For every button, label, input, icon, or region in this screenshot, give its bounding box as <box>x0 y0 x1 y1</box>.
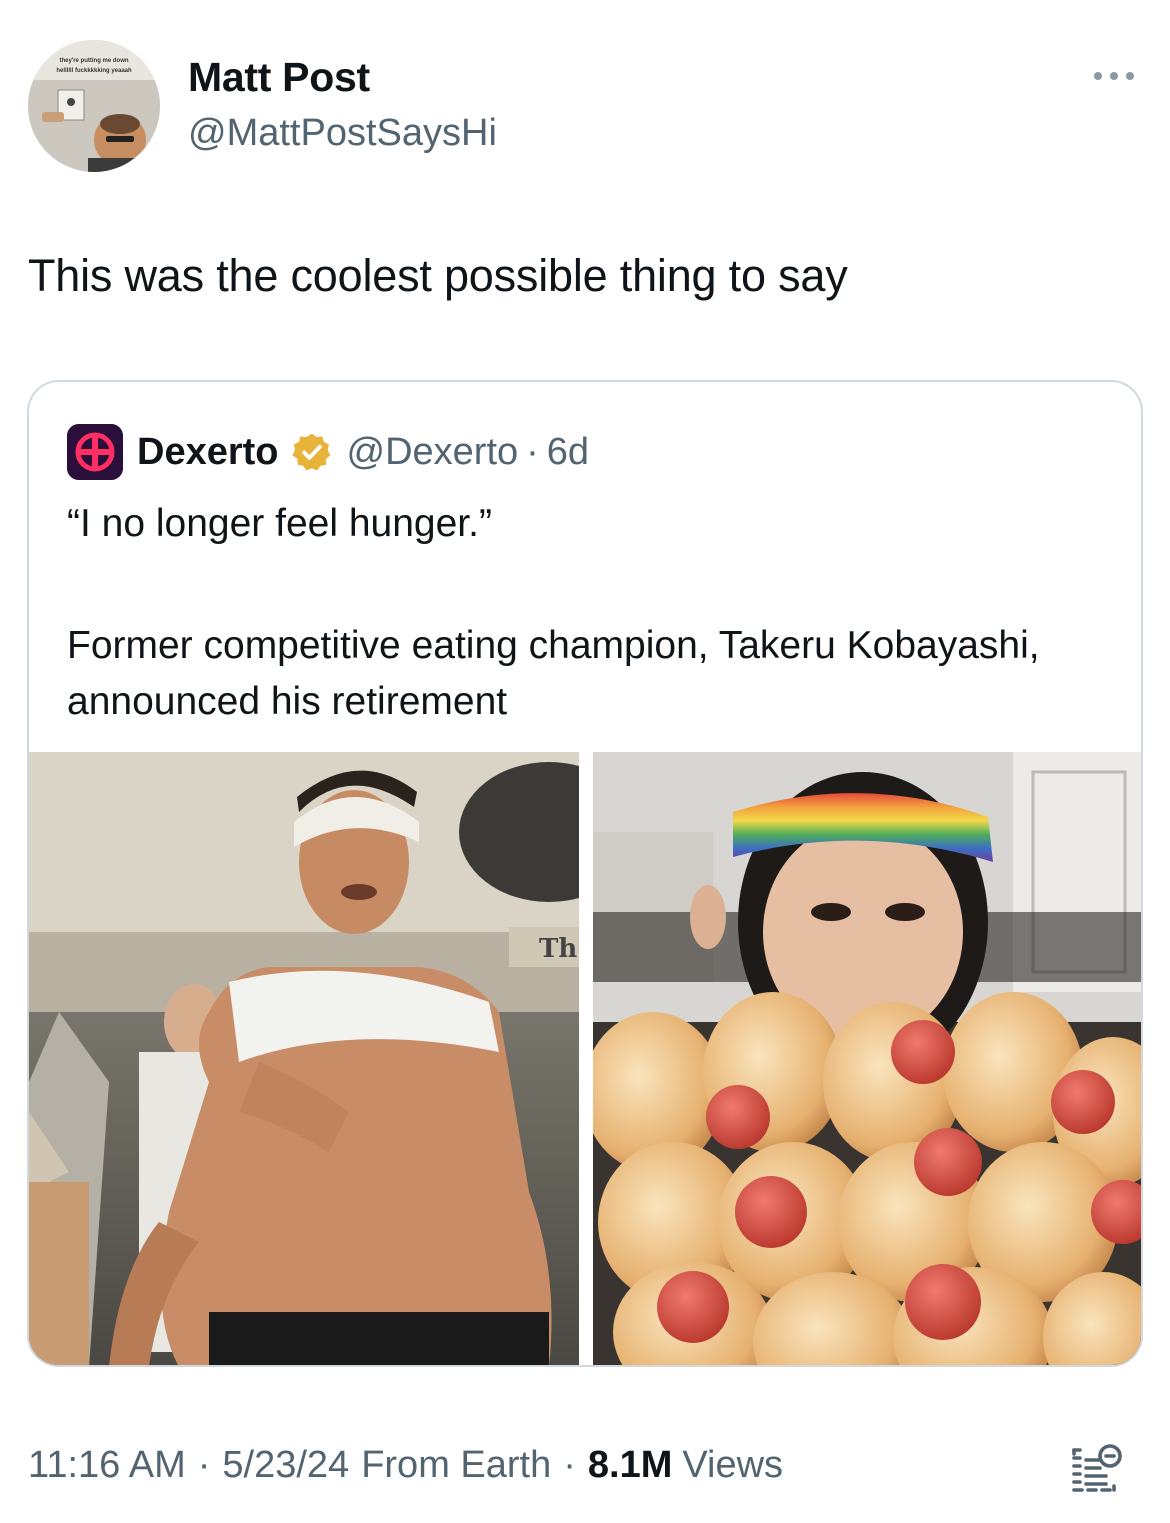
quoted-tweet-card[interactable]: Dexerto @Dexerto · 6d “I no longer feel … <box>27 380 1143 1367</box>
svg-text:they're putting me down: they're putting me down <box>59 58 128 64</box>
quoted-media-grid: Th <box>29 752 1141 1365</box>
quoted-text-quote: “I no longer feel hunger.” <box>67 502 492 545</box>
quoted-timestamp[interactable]: 6d <box>547 431 589 474</box>
more-dot <box>1110 72 1118 80</box>
dexerto-logo-icon[interactable] <box>67 424 123 480</box>
post-source: From Earth <box>361 1443 552 1486</box>
more-dot <box>1126 72 1134 80</box>
verified-badge-icon <box>291 433 330 471</box>
svg-text:hellllll fuckkkkking yeaaah: hellllll fuckkkkking yeaaah <box>56 68 132 74</box>
photo-kobayashi-hotdogs[interactable] <box>593 752 1141 1365</box>
tweet-footer: 11:16 AM · 5/23/24 From Earth · 8.1M Vie… <box>28 1440 1142 1492</box>
views-count: 8.1M <box>587 1443 673 1486</box>
quoted-display-name[interactable]: Dexerto <box>137 431 279 474</box>
tweet-text: This was the coolest possible thing to s… <box>28 250 848 301</box>
view-analytics-icon[interactable] <box>1068 1440 1124 1496</box>
avatar-image: they're putting me down hellllll fuckkkk… <box>28 40 160 172</box>
post-time[interactable]: 11:16 AM <box>28 1444 186 1487</box>
separator-dot: · <box>563 1443 576 1486</box>
views-label: Views <box>682 1443 784 1486</box>
tweet-header: they're putting me down hellllll fuckkkk… <box>28 40 1142 172</box>
more-dot <box>1094 72 1102 80</box>
photo-overlay-text: Th <box>539 934 577 964</box>
photo-kobayashi-stage[interactable]: Th <box>29 752 579 1365</box>
author-handle[interactable]: @MattPostSaysHi <box>188 112 497 155</box>
quoted-handle[interactable]: @Dexerto <box>347 431 519 474</box>
quoted-tweet-header: Dexerto @Dexerto · 6d <box>67 424 589 480</box>
quoted-text-body: Former competitive eating champion, Take… <box>67 624 1040 723</box>
post-date[interactable]: 5/23/24 <box>222 1444 349 1487</box>
author-avatar[interactable]: they're putting me down hellllll fuckkkk… <box>28 40 160 172</box>
more-options-icon[interactable] <box>1094 68 1134 84</box>
author-display-name[interactable]: Matt Post <box>188 54 370 101</box>
separator-dot: · <box>526 430 539 473</box>
separator-dot: · <box>197 1443 211 1486</box>
